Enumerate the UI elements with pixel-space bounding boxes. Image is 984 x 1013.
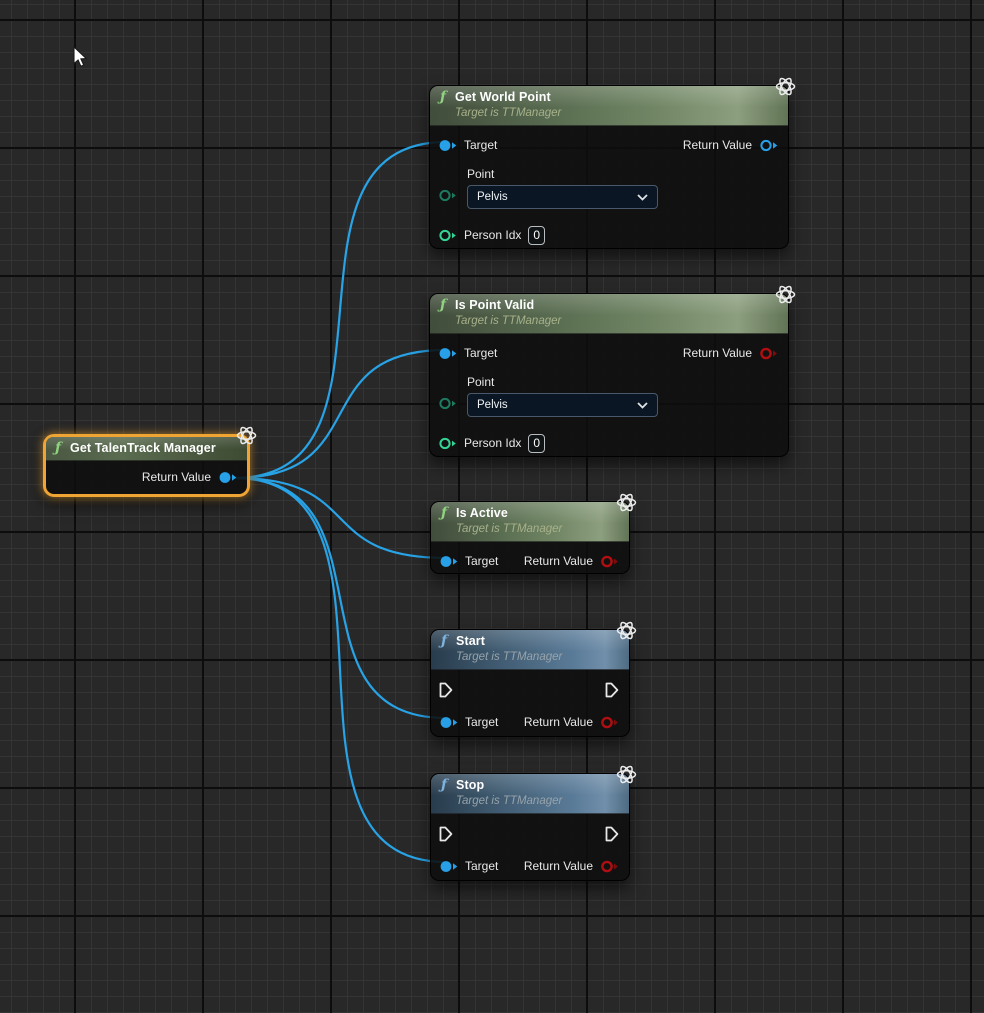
blueprint-graph-canvas[interactable]: ƒ Get TalenTrack Manager Return Value ƒ … — [0, 0, 984, 1013]
exec-input-pin[interactable] — [439, 682, 453, 698]
pin-target-input[interactable] — [439, 554, 458, 569]
point-dropdown[interactable]: Pelvis — [467, 185, 658, 209]
atom-icon — [774, 75, 797, 98]
node-header[interactable]: ƒ Get TalenTrack Manager — [46, 437, 247, 461]
node-header[interactable]: ƒ Is Active Target is TTManager — [431, 502, 629, 542]
pin-person-idx-input[interactable] — [438, 436, 457, 451]
node-title: Stop — [456, 777, 562, 794]
node-is-active[interactable]: ƒ Is Active Target is TTManager Target R… — [430, 501, 630, 574]
node-stop[interactable]: ƒ Stop Target is TTManager — [430, 773, 630, 881]
node-subtitle: Target is TTManager — [456, 522, 562, 537]
pin-return-value-output[interactable] — [600, 554, 619, 569]
atom-icon — [615, 619, 638, 642]
node-header[interactable]: ƒ Is Point Valid Target is TTManager — [430, 294, 788, 334]
pin-return-value-output[interactable] — [218, 470, 237, 485]
atom-icon — [615, 763, 638, 786]
pin-person-idx-input[interactable] — [438, 228, 457, 243]
wire[interactable] — [234, 142, 446, 478]
point-dropdown[interactable]: Pelvis — [467, 393, 658, 417]
pin-return-value-output[interactable] — [759, 138, 778, 153]
function-icon: ƒ — [440, 89, 446, 106]
node-title: Get World Point — [455, 89, 561, 106]
node-subtitle: Target is TTManager — [455, 314, 561, 329]
exec-output-pin[interactable] — [605, 682, 619, 698]
node-title: Is Active — [456, 505, 562, 522]
pin-target-input[interactable] — [438, 138, 457, 153]
wire[interactable] — [234, 350, 446, 478]
exec-input-pin[interactable] — [439, 826, 453, 842]
pin-label: Target — [464, 346, 497, 360]
node-header[interactable]: ƒ Get World Point Target is TTManager — [430, 86, 788, 126]
pin-return-value-output[interactable] — [600, 715, 619, 730]
node-title: Get TalenTrack Manager — [70, 440, 216, 457]
person-idx-field[interactable]: 0 — [528, 434, 545, 453]
node-is-point-valid[interactable]: ƒ Is Point Valid Target is TTManager Tar… — [429, 293, 789, 457]
pin-label: Return Value — [524, 554, 593, 568]
pin-label: Return Value — [524, 715, 593, 729]
pin-label: Point — [467, 375, 788, 389]
pin-label: Return Value — [524, 859, 593, 873]
pin-label: Target — [465, 859, 498, 873]
function-icon: ƒ — [441, 505, 447, 522]
node-get-world-point[interactable]: ƒ Get World Point Target is TTManager Ta… — [429, 85, 789, 249]
atom-icon — [235, 424, 258, 447]
pin-label: Target — [464, 138, 497, 152]
pin-return-value-output[interactable] — [759, 346, 778, 361]
chevron-down-icon — [637, 402, 648, 409]
wire[interactable] — [234, 478, 446, 558]
person-idx-field[interactable]: 0 — [528, 226, 545, 245]
pin-label: Person Idx — [464, 436, 521, 450]
dropdown-value: Pelvis — [477, 399, 508, 411]
pin-point-input[interactable] — [438, 396, 457, 416]
pin-label: Return Value — [683, 346, 752, 360]
node-subtitle: Target is TTManager — [456, 650, 562, 665]
pin-target-input[interactable] — [439, 859, 458, 874]
atom-icon — [615, 491, 638, 514]
function-icon: ƒ — [440, 297, 446, 314]
atom-icon — [774, 283, 797, 306]
wire[interactable] — [234, 478, 446, 862]
node-get-talentrack-manager[interactable]: ƒ Get TalenTrack Manager Return Value — [43, 434, 250, 497]
pin-label: Return Value — [142, 470, 211, 484]
pin-return-value-output[interactable] — [600, 859, 619, 874]
chevron-down-icon — [637, 194, 648, 201]
node-header[interactable]: ƒ Start Target is TTManager — [431, 630, 629, 670]
pin-label: Point — [467, 167, 788, 181]
function-icon: ƒ — [441, 777, 447, 794]
pin-label: Person Idx — [464, 228, 521, 242]
function-icon: ƒ — [55, 440, 61, 457]
node-start[interactable]: ƒ Start Target is TTManager — [430, 629, 630, 737]
node-title: Start — [456, 633, 562, 650]
exec-output-pin[interactable] — [605, 826, 619, 842]
node-subtitle: Target is TTManager — [456, 794, 562, 809]
node-header[interactable]: ƒ Stop Target is TTManager — [431, 774, 629, 814]
dropdown-value: Pelvis — [477, 191, 508, 203]
pin-target-input[interactable] — [439, 715, 458, 730]
function-icon: ƒ — [441, 633, 447, 650]
pin-target-input[interactable] — [438, 346, 457, 361]
pin-label: Target — [465, 554, 498, 568]
pin-point-input[interactable] — [438, 188, 457, 208]
node-title: Is Point Valid — [455, 297, 561, 314]
cursor-arrow-icon — [73, 46, 89, 68]
node-subtitle: Target is TTManager — [455, 106, 561, 121]
pin-label: Target — [465, 715, 498, 729]
pin-label: Return Value — [683, 138, 752, 152]
